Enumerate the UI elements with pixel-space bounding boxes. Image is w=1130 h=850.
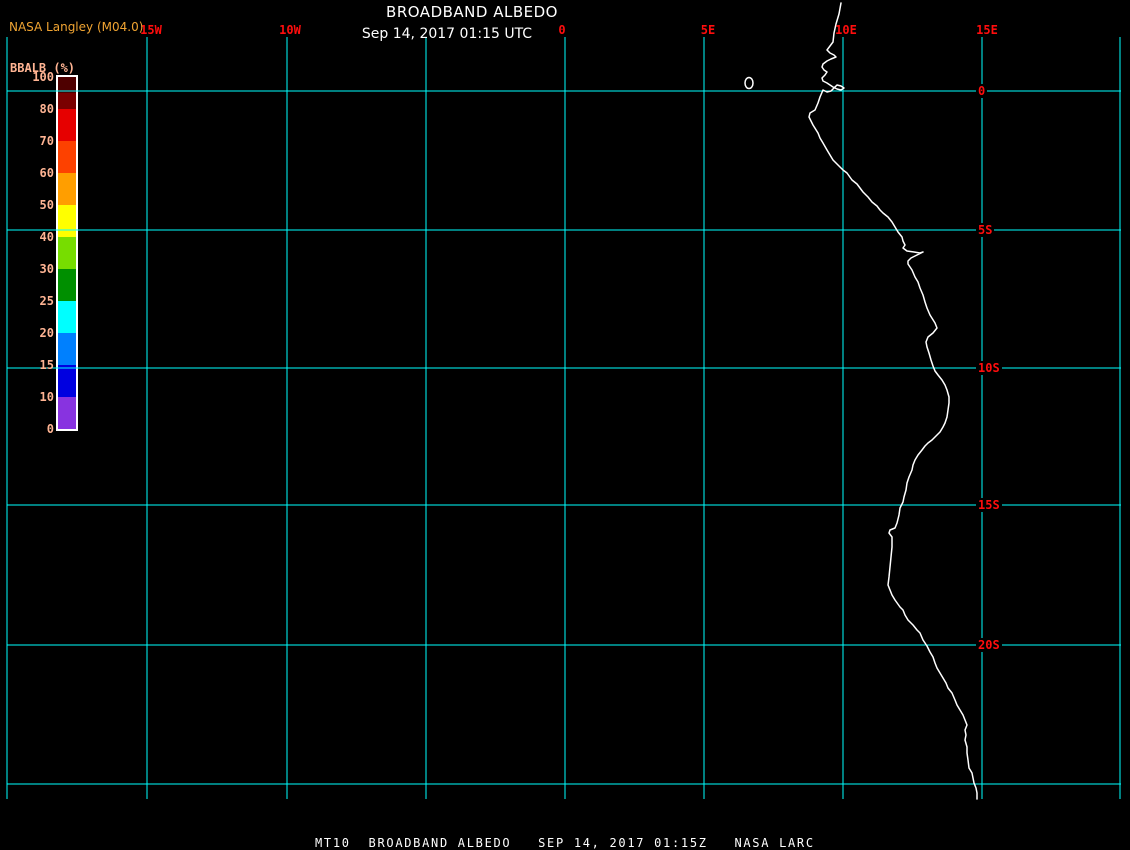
colorbar-tick-50: 50: [39, 198, 54, 212]
colorbar-tick-60: 60: [39, 166, 54, 180]
map-canvas: [6, 2, 1121, 800]
longitude-label-0: 0: [558, 23, 566, 37]
latitude-label-20s: 20S: [976, 638, 1002, 652]
colorbar-tick-0: 0: [46, 422, 54, 436]
latitude-label-10s: 10S: [976, 361, 1002, 375]
latitude-label-15s: 15S: [976, 498, 1002, 512]
colorbar-tick-10: 10: [39, 390, 54, 404]
timestamp-subtitle: Sep 14, 2017 01:15 UTC: [361, 26, 533, 42]
colorbar-tick-100: 100: [32, 70, 54, 84]
colorbar-tick-80: 80: [39, 102, 54, 116]
colorbar-tick-15: 15: [39, 358, 54, 372]
longitude-label-10w: 10W: [279, 23, 301, 37]
longitude-label-5e: 5E: [700, 23, 716, 37]
latitude-label-0: 0: [976, 84, 988, 98]
longitude-label-15e: 15E: [976, 23, 998, 37]
colorbar-tick-20: 20: [39, 326, 54, 340]
page-title: BROADBAND ALBEDO: [386, 3, 558, 21]
albedo-map-product: NASA Langley (M04.0) BROADBAND ALBEDO Se…: [0, 0, 1130, 850]
coastline-west-africa: [808, 2, 978, 800]
agency-version-label: NASA Langley (M04.0): [9, 20, 144, 34]
colorbar-tick-30: 30: [39, 262, 54, 276]
footer-caption: MT10 BROADBAND ALBEDO SEP 14, 2017 01:15…: [315, 836, 815, 850]
colorbar-tick-70: 70: [39, 134, 54, 148]
longitude-label-15w: 15W: [140, 23, 162, 37]
longitude-label-10e: 10E: [835, 23, 857, 37]
colorbar-tick-40: 40: [39, 230, 54, 244]
island-outline: [744, 76, 754, 90]
colorbar-tick-25: 25: [39, 294, 54, 308]
latitude-label-5s: 5S: [976, 223, 995, 237]
